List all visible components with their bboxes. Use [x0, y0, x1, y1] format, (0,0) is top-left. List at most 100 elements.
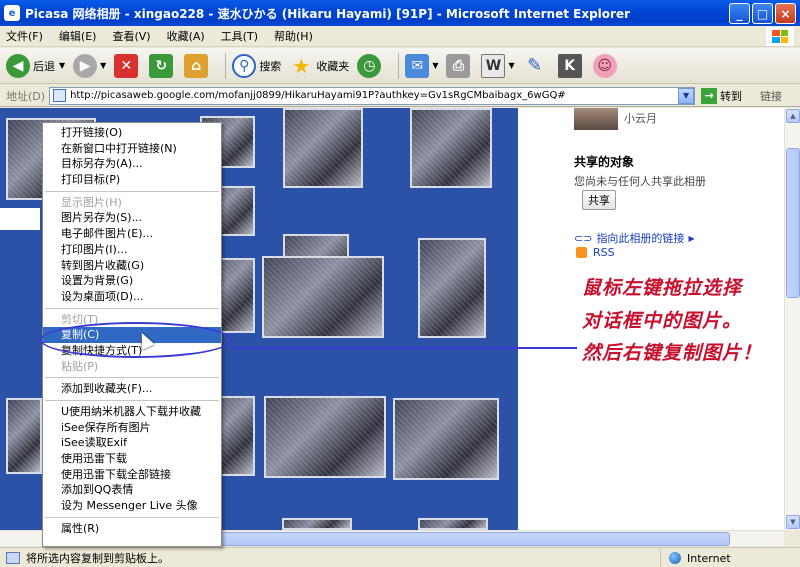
photo-thumbnail[interactable] [393, 398, 499, 480]
highlight-ellipse [40, 322, 232, 358]
menu-item-goto-pictures[interactable]: 转到图片收藏(G) [43, 258, 221, 274]
status-text: 将所选内容复制到剪贴板上。 [26, 551, 169, 565]
menu-item-show-picture[interactable]: 显示图片(H) [43, 195, 221, 211]
album-link-label: 指向此相册的链接 [596, 232, 685, 245]
menu-item-add-qq-emoji[interactable]: 添加到QQ表情 [43, 482, 221, 498]
search-button[interactable]: ⚲ 搜索 [232, 53, 281, 78]
rss-icon [576, 247, 587, 258]
photo-thumbnail[interactable] [418, 518, 488, 530]
status-bar: 将所选内容复制到剪贴板上。 Internet [0, 547, 800, 567]
chevron-down-icon[interactable]: ▼ [59, 61, 65, 70]
print-button[interactable]: ⎙ [446, 53, 473, 78]
toolbar-separator [398, 52, 400, 79]
scroll-up-icon[interactable]: ▲ [786, 109, 800, 123]
menu-item-save-target[interactable]: 目标另存为(A)... [43, 156, 221, 172]
scroll-down-icon[interactable]: ▼ [786, 515, 800, 529]
menu-item-messenger-avatar[interactable]: 设为 Messenger Live 头像 [43, 498, 221, 514]
mail-icon: ✉ [405, 53, 430, 78]
menu-separator [45, 400, 219, 401]
forward-button[interactable]: ▶ ▼ [73, 53, 106, 78]
stop-button[interactable]: ✕ [114, 53, 141, 78]
menu-item-nanobot-download[interactable]: U使用纳米机器人下载并收藏 [43, 404, 221, 420]
security-zone: Internet [660, 549, 800, 567]
close-button[interactable]: × [775, 3, 796, 24]
menu-bar: 文件(F) 编辑(E) 查看(V) 收藏(A) 工具(T) 帮助(H) [0, 26, 800, 47]
qq-button[interactable]: ☺ [592, 53, 620, 78]
qq-icon: ☺ [592, 53, 617, 78]
address-url: http://picasaweb.google.com/mofanjj0899/… [70, 90, 566, 101]
share-button[interactable]: 共享 [582, 190, 616, 210]
mail-button[interactable]: ✉ ▼ [405, 53, 438, 78]
link-icon: ⊂⊃ [574, 231, 593, 245]
annotation-line-2: 对话框中的图片。 [582, 310, 743, 332]
favorites-label: 收藏夹 [316, 59, 350, 73]
chevron-down-icon[interactable]: ▼ [432, 61, 438, 70]
photo-thumbnail[interactable] [282, 518, 352, 530]
menu-item-paste[interactable]: 粘贴(P) [43, 359, 221, 375]
k-button[interactable]: K [557, 53, 585, 78]
menu-item-email-picture[interactable]: 电子邮件图片(E)... [43, 226, 221, 242]
printer-icon: ⎙ [446, 53, 471, 78]
history-button[interactable]: ◷ [357, 53, 384, 78]
photo-thumbnail[interactable] [262, 256, 384, 338]
minimize-button[interactable]: _ [729, 3, 750, 24]
rss-link[interactable]: RSS [576, 246, 615, 259]
history-icon: ◷ [357, 53, 382, 78]
menu-separator [45, 516, 219, 518]
horizontal-scroll-thumb[interactable] [140, 532, 730, 546]
menu-item-open-new-window[interactable]: 在新窗口中打开链接(N) [43, 141, 221, 157]
favorites-button[interactable]: ★ 收藏夹 [289, 54, 349, 78]
annotation-line-3: 然后右键复制图片！ [582, 342, 763, 364]
title-bar: e Picasa 网络相册 - xingao228 - 速水ひかる (Hikar… [0, 0, 800, 26]
menu-file[interactable]: 文件(F) [6, 28, 43, 44]
edit-button[interactable]: W ▼ [481, 53, 515, 78]
go-button[interactable]: → 转到 [701, 87, 742, 104]
menu-edit[interactable]: 编辑(E) [59, 28, 97, 44]
menu-item-thunder-download[interactable]: 使用迅雷下载 [43, 451, 221, 467]
back-arrow-icon: ◀ [6, 53, 30, 78]
vertical-scrollbar[interactable]: ▲ ▼ [784, 108, 800, 530]
menu-item-print-picture[interactable]: 打印图片(I)... [43, 242, 221, 258]
vertical-scroll-thumb[interactable] [786, 148, 800, 298]
menu-item-save-picture[interactable]: 图片另存为(S)... [43, 210, 221, 226]
menu-separator [45, 307, 219, 309]
links-button[interactable]: 链接 [760, 88, 782, 104]
menu-item-add-favorites[interactable]: 添加到收藏夹(F)... [43, 381, 221, 397]
refresh-button[interactable]: ↻ [149, 53, 176, 78]
home-icon: ⌂ [184, 53, 209, 78]
back-button[interactable]: ◀ 后退 ▼ [6, 53, 65, 78]
menu-favorites[interactable]: 收藏(A) [167, 28, 205, 44]
menu-item-isee-save-all[interactable]: iSee保存所有图片 [43, 420, 221, 436]
photo-thumbnail[interactable] [283, 108, 363, 188]
refresh-icon: ↻ [149, 53, 174, 78]
menu-item-set-background[interactable]: 设置为背景(G) [43, 273, 221, 289]
ie-icon: e [4, 5, 20, 21]
menu-separator [45, 190, 219, 192]
chevron-down-icon[interactable]: ▼ [678, 87, 695, 104]
photo-thumbnail[interactable] [6, 398, 42, 474]
messenger-button[interactable]: ✎ [523, 54, 550, 78]
menu-view[interactable]: 查看(V) [112, 28, 150, 44]
menu-item-properties[interactable]: 属性(R) [43, 521, 221, 537]
maximize-button[interactable]: □ [752, 3, 773, 24]
menu-tools[interactable]: 工具(T) [221, 28, 258, 44]
menu-help[interactable]: 帮助(H) [274, 28, 313, 44]
photo-thumbnail[interactable] [410, 108, 492, 188]
toolbar-separator [225, 52, 227, 79]
windows-logo-icon [766, 27, 794, 46]
owner-name[interactable]: 小云月 [624, 110, 657, 126]
menu-item-isee-exif[interactable]: iSee读取Exif [43, 435, 221, 451]
home-button[interactable]: ⌂ [184, 53, 211, 78]
photo-thumbnail[interactable] [418, 238, 486, 338]
menu-item-thunder-download-all[interactable]: 使用迅雷下载全部链接 [43, 467, 221, 483]
chevron-down-icon[interactable]: ▼ [508, 61, 514, 70]
address-input[interactable]: http://picasaweb.google.com/mofanjj0899/… [49, 86, 696, 105]
photo-thumbnail[interactable] [264, 396, 386, 478]
menu-item-set-desktop[interactable]: 设为桌面项(D)... [43, 289, 221, 305]
menu-separator [45, 377, 219, 379]
menu-item-print-target[interactable]: 打印目标(P) [43, 172, 221, 188]
chevron-down-icon[interactable]: ▼ [100, 61, 106, 70]
album-link[interactable]: ⊂⊃ 指向此相册的链接 ▶ [574, 230, 695, 246]
page-icon [6, 551, 20, 564]
menu-item-open-link[interactable]: 打开链接(O) [43, 125, 221, 141]
